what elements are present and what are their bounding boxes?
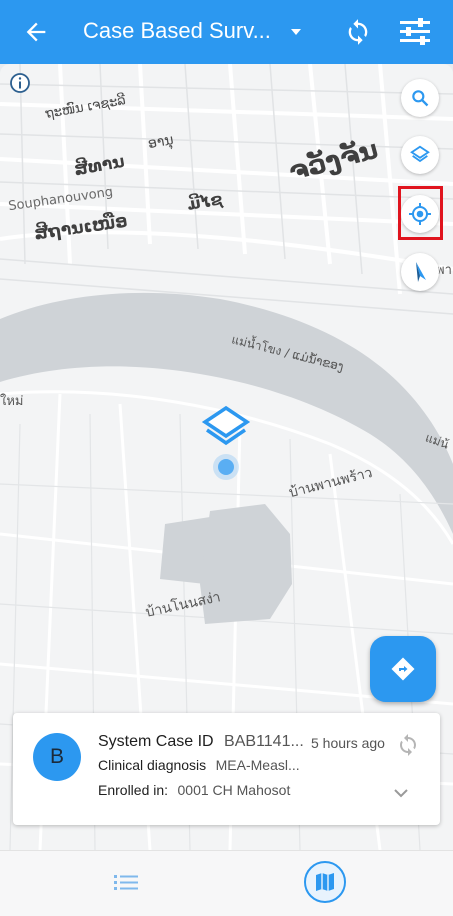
case-card[interactable]: B System Case ID BAB1141... 5 hours ago … (13, 713, 440, 825)
layers-icon (410, 145, 430, 163)
filter-icon[interactable] (398, 17, 432, 47)
map-label: ใหม่ (0, 394, 24, 409)
search-button[interactable] (401, 79, 439, 117)
enrolled-value: 0001 CH Mahosot (177, 782, 291, 798)
case-id-label: System Case ID (98, 733, 214, 750)
layers-button[interactable] (401, 136, 439, 174)
compass-icon (416, 262, 426, 282)
map-view-tab[interactable] (304, 861, 346, 903)
dropdown-caret-icon[interactable] (289, 25, 303, 39)
enrolled-label: Enrolled in: (98, 782, 169, 798)
diagnosis-label: Clinical diagnosis (98, 757, 207, 773)
sync-icon[interactable] (344, 18, 372, 46)
compass-button[interactable] (401, 253, 439, 291)
time-ago: 5 hours ago (311, 735, 385, 751)
case-id-value: BAB1141... (224, 733, 304, 750)
avatar: B (33, 733, 81, 781)
info-icon[interactable] (9, 72, 31, 94)
card-sync-icon[interactable] (396, 733, 420, 757)
bottom-navigation (0, 850, 453, 916)
diagnosis-value: MEA-Measl... (215, 757, 300, 773)
cluster-layers-icon[interactable] (201, 404, 251, 450)
back-arrow-icon[interactable] (22, 18, 50, 46)
list-view-icon[interactable] (112, 871, 140, 895)
highlight-box (398, 186, 443, 240)
map-view-icon (316, 873, 334, 891)
search-icon (412, 90, 429, 107)
app-bar: Case Based Surv... (0, 0, 453, 64)
chevron-down-icon[interactable] (391, 783, 411, 803)
directions-button[interactable] (370, 636, 436, 702)
program-title[interactable]: Case Based Surv... (83, 18, 271, 44)
directions-icon (391, 657, 415, 681)
